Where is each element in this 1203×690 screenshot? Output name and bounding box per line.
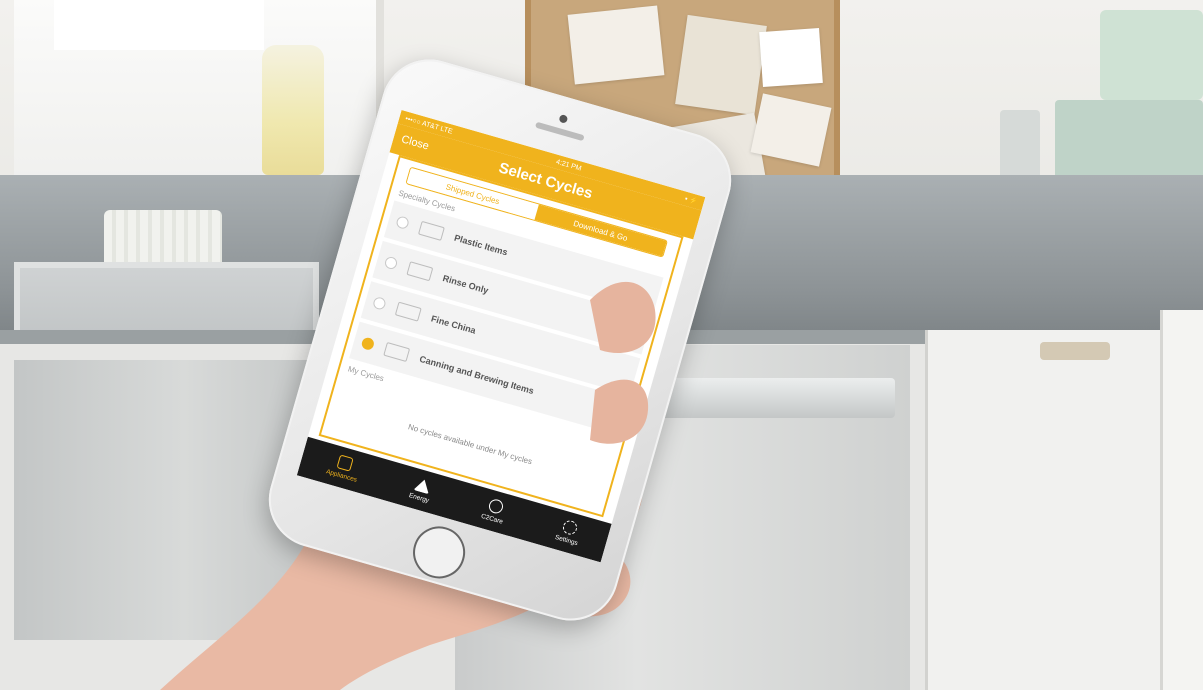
tab-energy[interactable]: Energy bbox=[408, 476, 434, 504]
china-icon bbox=[394, 301, 422, 322]
gear-icon bbox=[561, 518, 579, 537]
cabinet-door-right bbox=[1160, 310, 1203, 690]
plastic-icon bbox=[417, 220, 445, 241]
cabinet-door bbox=[925, 330, 1175, 690]
radio-button[interactable] bbox=[383, 255, 399, 271]
cycle-label: Fine China bbox=[429, 313, 477, 336]
radio-button-selected[interactable] bbox=[360, 336, 376, 352]
radio-button[interactable] bbox=[372, 295, 387, 311]
tab-settings[interactable]: Settings bbox=[554, 518, 583, 548]
tab-c2care[interactable]: C2Care bbox=[480, 496, 508, 526]
radio-button[interactable] bbox=[395, 215, 411, 231]
shelf-items bbox=[990, 0, 1203, 200]
soap-bottle bbox=[262, 45, 324, 175]
appliance-icon bbox=[336, 454, 354, 472]
tab-appliances[interactable]: Appliances bbox=[325, 452, 362, 484]
cycle-label: Rinse Only bbox=[441, 273, 490, 296]
battery-icon: ▪ ⚡ bbox=[683, 195, 699, 206]
energy-icon bbox=[413, 476, 433, 494]
tab-label: C2Care bbox=[480, 512, 504, 526]
cabinet-handle bbox=[1040, 342, 1110, 360]
tab-label: Settings bbox=[554, 533, 579, 548]
care-icon bbox=[486, 497, 505, 515]
rinse-icon bbox=[406, 261, 434, 282]
tab-label: Appliances bbox=[325, 468, 358, 484]
cycle-label: Plastic Items bbox=[453, 232, 509, 258]
jar-icon bbox=[383, 341, 411, 363]
